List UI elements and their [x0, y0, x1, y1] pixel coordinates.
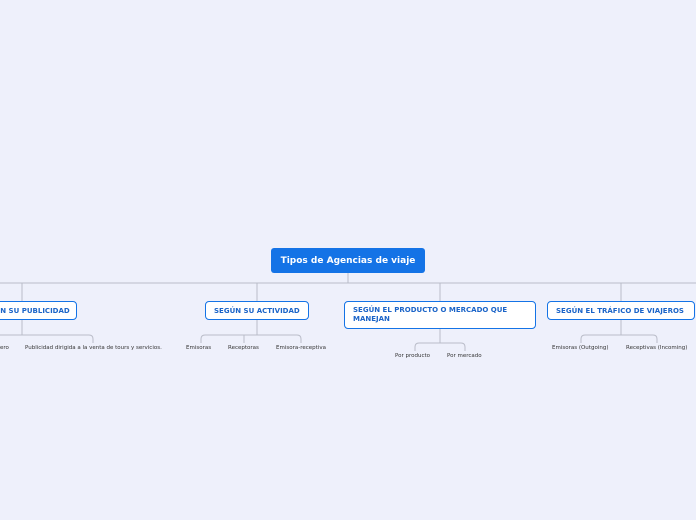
child-connector-publicidad [0, 320, 94, 343]
subtopic-receptoras[interactable]: Receptoras [228, 344, 259, 352]
topic-label: SEGÚN SU PUBLICIDAD [0, 306, 70, 315]
topic-label: SEGÚN SU ACTIVIDAD [214, 306, 300, 315]
topic-segun-su-actividad[interactable]: SEGÚN SU ACTIVIDAD [205, 301, 309, 320]
child-connector-trafico [580, 320, 658, 343]
subtopic-publicidad-2[interactable]: Publicidad dirigida a la venta de tours … [25, 344, 162, 352]
subtopic-por-producto[interactable]: Por producto [395, 352, 430, 360]
topic-label: SEGÚN EL TRÁFICO DE VIAJEROS [556, 306, 684, 315]
subtopic-emisoras[interactable]: Emisoras [186, 344, 211, 352]
topic-segun-el-trafico[interactable]: SEGÚN EL TRÁFICO DE VIAJEROS [547, 301, 695, 320]
subtopic-publicidad-1[interactable]: ero [0, 344, 9, 352]
topic-segun-el-producto[interactable]: SEGÚN EL PRODUCTO O MERCADO QUE MANEJAN [344, 301, 536, 329]
subtopic-receptivas-incoming[interactable]: Receptivas (Incoming) [626, 344, 687, 352]
subtopic-emisoras-outgoing[interactable]: Emisoras (Outgoing) [552, 344, 608, 352]
child-connector-actividad [200, 320, 302, 343]
topic-segun-su-publicidad[interactable]: SEGÚN SU PUBLICIDAD [0, 301, 77, 320]
subtopic-emisora-receptiva[interactable]: Emisora-receptiva [276, 344, 326, 352]
child-connector-producto [414, 329, 466, 351]
mindmap-canvas: Tipos de Agencias de viaje SEGÚN SU PUBL… [0, 0, 696, 520]
root-topic[interactable]: Tipos de Agencias de viaje [271, 248, 425, 273]
topic-label: SEGÚN EL PRODUCTO O MERCADO QUE MANEJAN [353, 306, 508, 323]
subtopic-por-mercado[interactable]: Por mercado [447, 352, 482, 360]
